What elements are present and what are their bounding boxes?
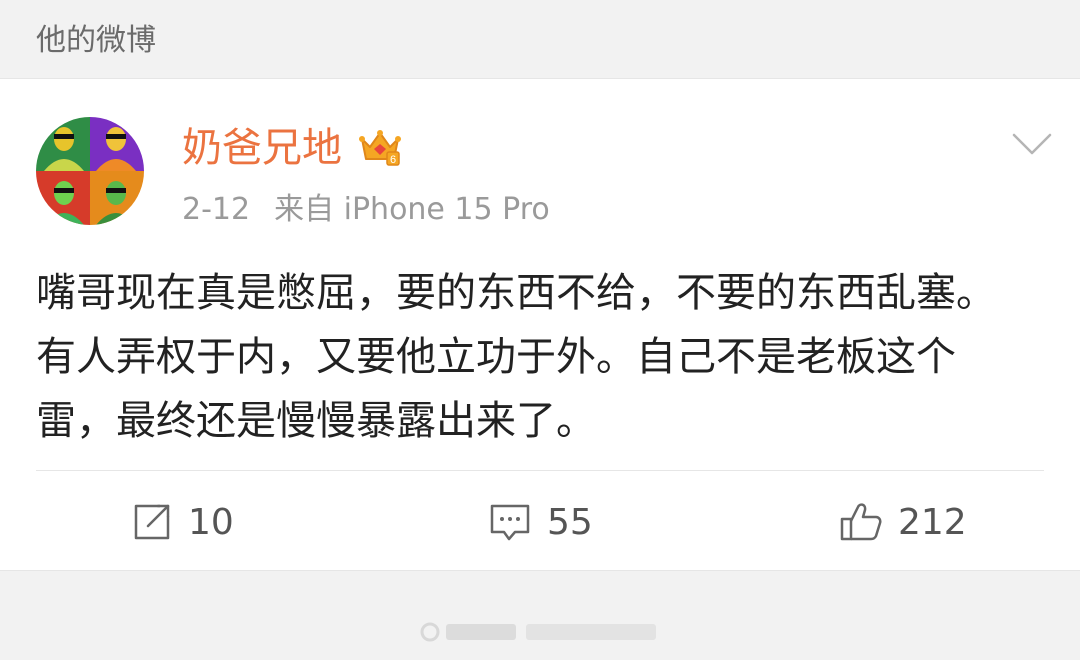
comment-count: 55 xyxy=(547,501,593,543)
post-source: 来自 iPhone 15 Pro xyxy=(274,192,550,227)
avatar[interactable] xyxy=(36,117,144,225)
repost-icon xyxy=(130,500,174,544)
repost-button[interactable]: 10 xyxy=(130,497,234,547)
like-button[interactable]: 212 xyxy=(838,497,967,547)
post-text: 嘴哥现在真是憋屈，要的东西不给，不要的东西乱塞。 有人弄权于内，又要他立功于外。… xyxy=(36,270,996,444)
bottom-strip xyxy=(0,571,1080,660)
like-count: 212 xyxy=(898,501,967,543)
comment-button[interactable]: 55 xyxy=(487,497,593,547)
divider xyxy=(36,470,1044,471)
vip-crown-icon[interactable]: 6 xyxy=(358,127,402,167)
thumbs-up-icon xyxy=(838,499,884,545)
repost-count: 10 xyxy=(188,501,234,543)
post-meta: 2-12 来自 iPhone 15 Pro xyxy=(182,191,550,229)
svg-text:6: 6 xyxy=(390,154,396,166)
chevron-down-icon[interactable] xyxy=(1010,129,1054,159)
post-card: 奶爸兄地 6 2-12 来自 iPhone 15 Pro 嘴哥现在真是憋屈，要的东… xyxy=(0,78,1080,571)
section-title: 他的微博 xyxy=(36,23,156,58)
watermark-graphic xyxy=(416,620,666,644)
section-header: 他的微博 xyxy=(0,0,1080,78)
comment-icon xyxy=(487,500,533,544)
post-date: 2-12 xyxy=(182,192,251,227)
username[interactable]: 奶爸兄地 xyxy=(182,123,342,173)
